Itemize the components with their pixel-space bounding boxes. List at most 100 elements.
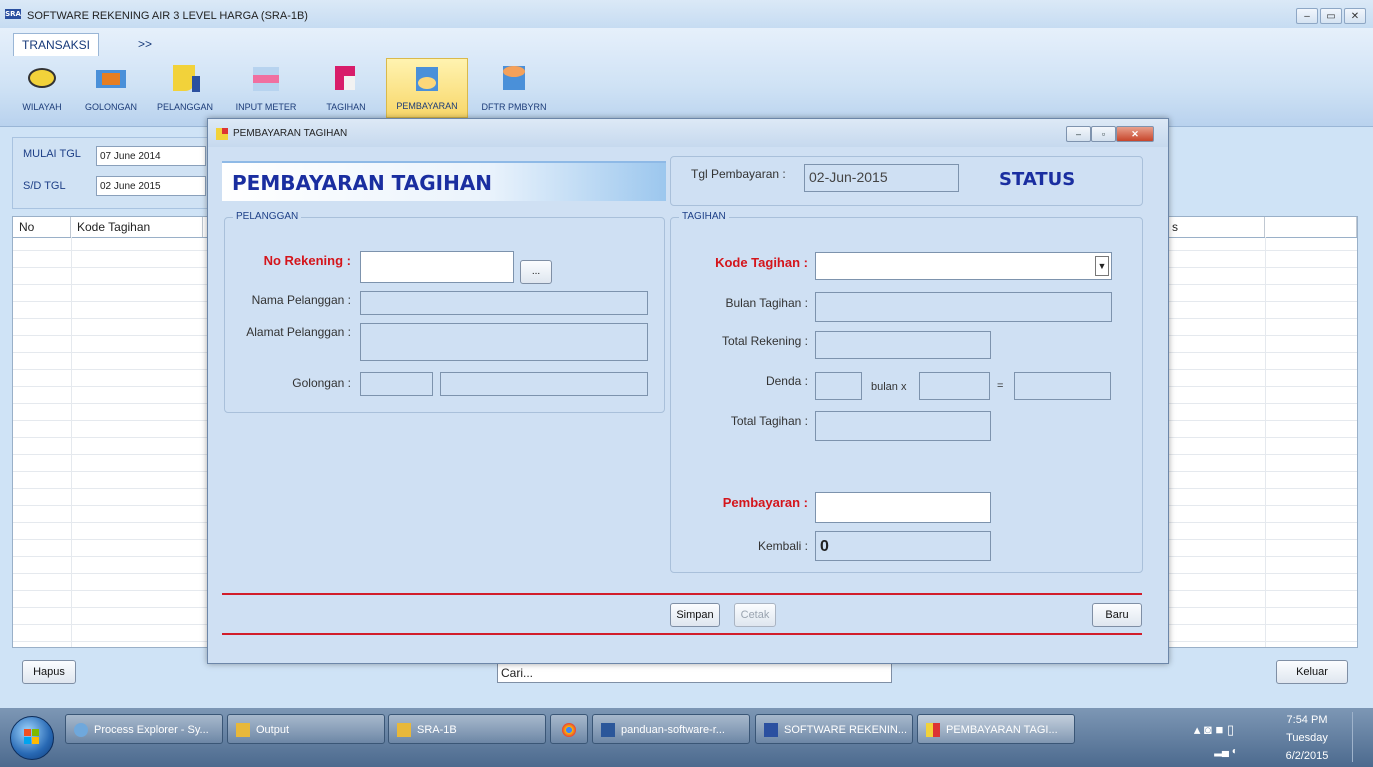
simpan-button[interactable]: Simpan	[670, 603, 720, 627]
word-icon	[601, 723, 615, 737]
folder-icon	[236, 723, 250, 737]
denda-label: Denda :	[765, 374, 808, 388]
taskbar-item-pembayaran[interactable]: PEMBAYARAN TAGI...	[917, 714, 1075, 744]
no-rekening-input[interactable]	[360, 251, 514, 283]
clock-date: 6/2/2015	[1285, 750, 1329, 762]
ribbon-button-tagihan[interactable]: TAGIHAN	[316, 58, 376, 118]
start-date-field[interactable]: 07 June 2014	[96, 146, 206, 166]
banner: PEMBAYARAN TAGIHAN	[222, 161, 666, 201]
pembayaran-label: Pembayaran :	[722, 495, 808, 510]
dialog-titlebar: PEMBAYARAN TAGIHAN – ▫ ✕	[208, 119, 1168, 147]
kode-tagihan-select[interactable]: ▼	[815, 252, 1112, 280]
meter-icon	[251, 64, 281, 92]
cetak-button[interactable]: Cetak	[734, 603, 776, 627]
ribbon-button-dftr-pmbyrn[interactable]: DFTR PMBYRN	[472, 58, 556, 118]
denda-rate-field	[919, 372, 990, 400]
tagihan-group: TAGIHAN Kode Tagihan : ▼ Bulan Tagihan :…	[670, 211, 1143, 573]
browse-customer-button[interactable]: ...	[520, 260, 552, 284]
dialog-minimize-button[interactable]: –	[1066, 126, 1091, 142]
status-panel: Tgl Pembayaran : 02-Jun-2015 STATUS	[670, 156, 1143, 206]
column-header-blank[interactable]	[1265, 217, 1357, 237]
window-titlebar: SRA SOFTWARE REKENING AIR 3 LEVEL HARGA …	[0, 0, 1373, 29]
close-button[interactable]: ✕	[1344, 8, 1366, 24]
golongan-label: Golongan :	[292, 376, 351, 390]
taskbar-item-label: SOFTWARE REKENIN...	[784, 724, 908, 736]
ribbon-button-pembayaran[interactable]: PEMBAYARAN	[386, 58, 468, 118]
grid-divider	[1265, 237, 1266, 647]
payment-icon	[412, 65, 442, 93]
ribbon-button-input-meter[interactable]: INPUT METER	[228, 58, 304, 118]
date-filter-panel: MULAI TGL 07 June 2014 S/D TGL 02 June 2…	[12, 137, 210, 209]
clock-day: Tuesday	[1286, 732, 1328, 744]
chevron-down-icon[interactable]: ▼	[1095, 256, 1109, 276]
windows-logo-icon	[24, 729, 40, 745]
end-date-label: S/D TGL	[23, 180, 66, 192]
network-volume-icon[interactable]: ▂▄ ◐	[1206, 746, 1246, 757]
total-rekening-label: Total Rekening :	[721, 334, 808, 348]
taskbar-item-label: PEMBAYARAN TAGI...	[946, 724, 1058, 736]
bulan-x-label: bulan x	[871, 381, 907, 393]
ribbon-button-pelanggan[interactable]: PELANGGAN	[152, 58, 218, 118]
category-icon	[96, 64, 126, 92]
dialog-maximize-button[interactable]: ▫	[1091, 126, 1116, 142]
status-label: STATUS	[999, 169, 1076, 190]
kode-tagihan-label: Kode Tagihan :	[715, 255, 808, 270]
baru-button[interactable]: Baru	[1092, 603, 1142, 627]
taskbar-item-label: SRA-1B	[417, 724, 457, 736]
start-date-label: MULAI TGL	[23, 148, 81, 160]
minimize-button[interactable]: –	[1296, 8, 1318, 24]
payment-icon	[926, 723, 940, 737]
column-header-no[interactable]: No	[13, 217, 71, 237]
payment-date-field[interactable]: 02-Jun-2015	[804, 164, 959, 192]
chrome-icon	[562, 723, 576, 737]
taskbar-item-panduan[interactable]: panduan-software-r...	[592, 714, 750, 744]
region-icon	[27, 64, 57, 92]
pelanggan-group: PELANGGAN No Rekening : ... Nama Pelangg…	[224, 211, 665, 413]
search-input[interactable]: Cari...	[497, 663, 892, 683]
window-title: SOFTWARE REKENING AIR 3 LEVEL HARGA (SRA…	[27, 10, 308, 22]
restore-button[interactable]: ▭	[1320, 8, 1342, 24]
no-rekening-label: No Rekening :	[263, 253, 351, 268]
process-explorer-icon	[74, 723, 88, 737]
taskbar-item-software-rekening[interactable]: SOFTWARE REKENIN...	[755, 714, 913, 744]
total-tagihan-label: Total Tagihan :	[730, 414, 808, 428]
divider	[222, 593, 1142, 595]
taskbar-item-label: Output	[256, 724, 290, 736]
golongan-name-field	[440, 372, 648, 396]
clock-time: 7:54 PM	[1286, 714, 1328, 726]
nama-pelanggan-label: Nama Pelanggan :	[251, 293, 351, 307]
taskbar-item-sra-1b[interactable]: SRA-1B	[388, 714, 546, 744]
exit-button[interactable]: Keluar	[1276, 660, 1348, 684]
ribbon-button-wilayah[interactable]: WILAYAH	[18, 58, 66, 118]
golongan-code-field	[360, 372, 433, 396]
ribbon-button-golongan[interactable]: GOLONGAN	[80, 58, 142, 118]
tab-more[interactable]: >>	[130, 33, 160, 55]
total-tagihan-field	[815, 411, 991, 441]
equals-label: =	[997, 380, 1004, 392]
show-desktop-button[interactable]	[1352, 712, 1367, 762]
column-header-kode-tagihan[interactable]: Kode Tagihan	[71, 217, 203, 237]
grid-divider	[71, 237, 72, 647]
payment-list-icon	[499, 64, 529, 92]
dialog-close-button[interactable]: ✕	[1116, 126, 1154, 142]
tagihan-group-label: TAGIHAN	[679, 211, 729, 222]
tab-transaksi[interactable]: TRANSAKSI	[13, 33, 100, 56]
app-icon: SRA	[5, 9, 21, 19]
taskbar-item-process-explorer[interactable]: Process Explorer - Sy...	[65, 714, 223, 744]
start-button[interactable]	[10, 716, 54, 760]
ribbon-label: TAGIHAN	[326, 102, 366, 112]
ribbon-label: WILAYAH	[22, 102, 62, 112]
kembali-field: 0	[815, 531, 991, 561]
taskbar-item-output[interactable]: Output	[227, 714, 385, 744]
pembayaran-input[interactable]	[815, 492, 991, 523]
system-tray-icons[interactable]: ▴ ◙ ■ ▯	[1174, 722, 1254, 738]
bill-icon	[331, 64, 361, 92]
ribbon-label: GOLONGAN	[84, 102, 137, 112]
taskbar: Process Explorer - Sy... Output SRA-1B p…	[0, 708, 1373, 767]
end-date-field[interactable]: 02 June 2015	[96, 176, 206, 196]
total-rekening-field	[815, 331, 991, 359]
column-header-status[interactable]: s	[1165, 217, 1265, 237]
delete-button[interactable]: Hapus	[22, 660, 76, 684]
taskbar-item-chrome[interactable]	[550, 714, 588, 744]
pelanggan-group-label: PELANGGAN	[233, 211, 302, 222]
